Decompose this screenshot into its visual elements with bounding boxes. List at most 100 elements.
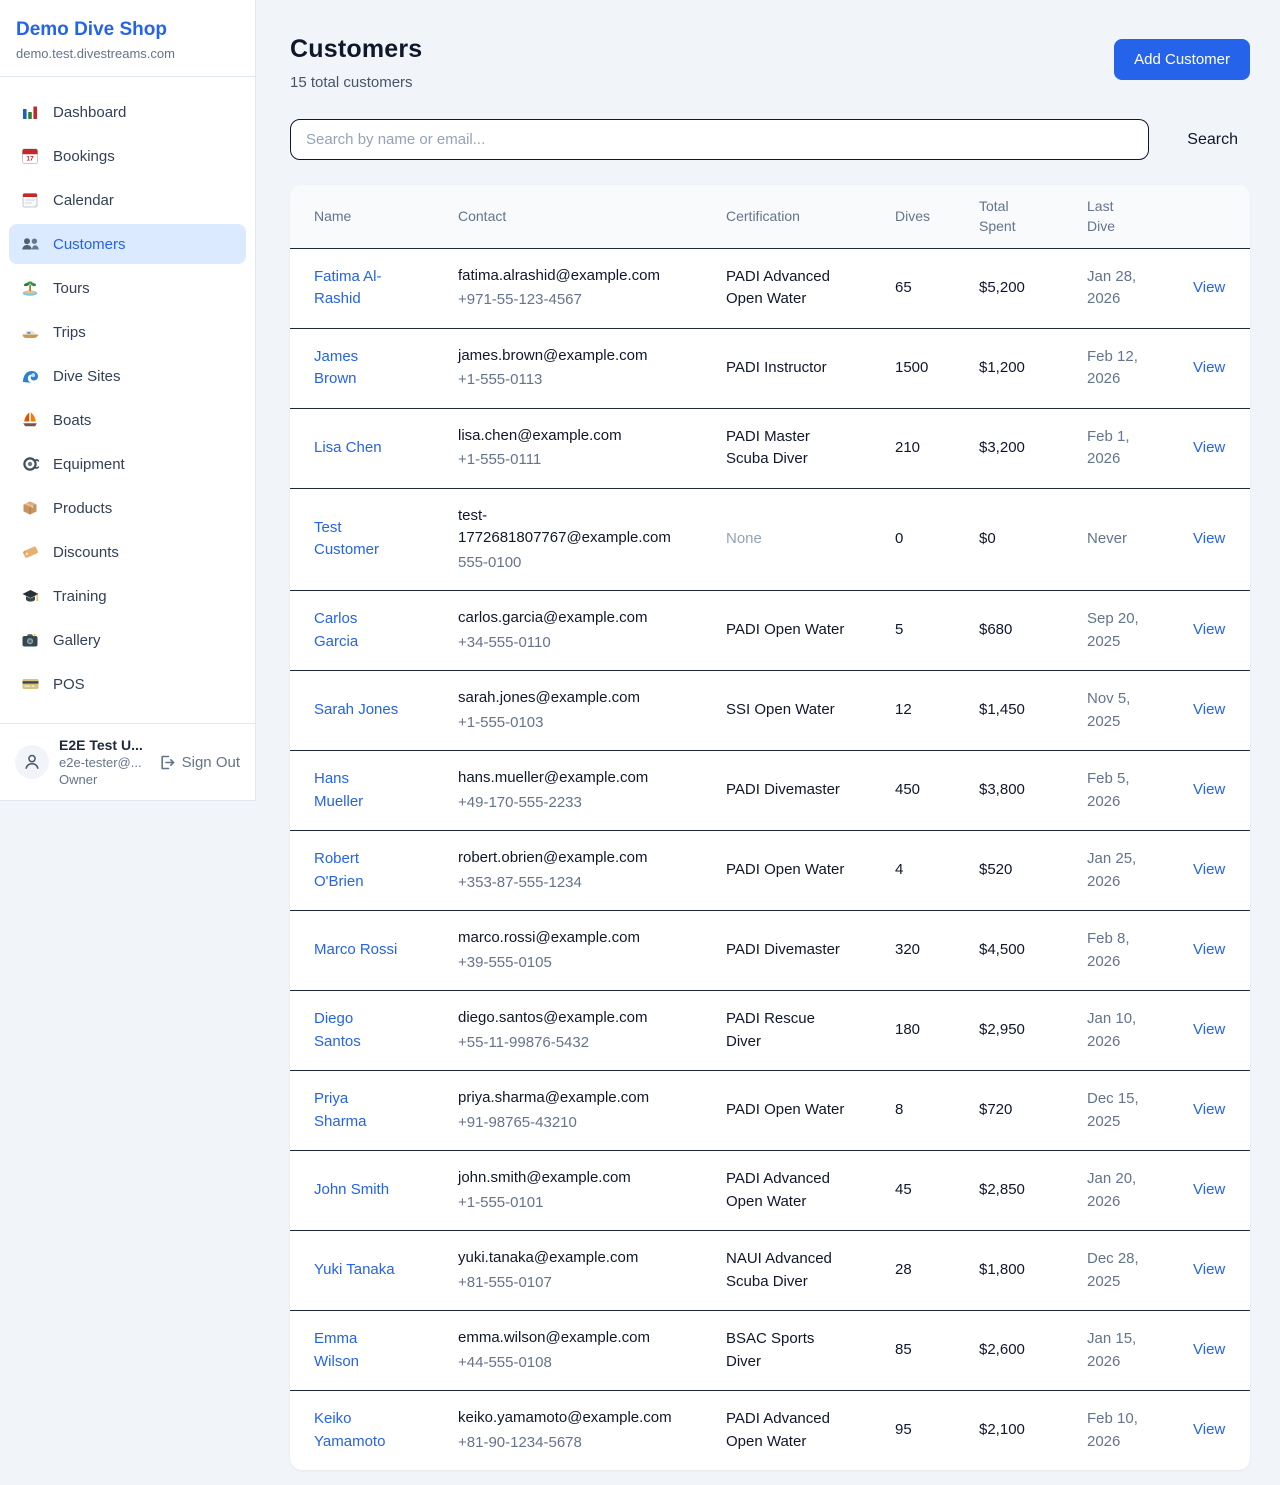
sidebar-item-label: Discounts [53,544,119,561]
sidebar-item-trips[interactable]: Trips [9,312,246,352]
page-title: Customers [290,35,422,64]
customer-name-link[interactable]: Fatima Al-Rashid [314,266,402,311]
trips-icon [20,322,40,342]
customer-certification: None [726,530,762,547]
table-row: James Brown james.brown@example.com +1-5… [290,328,1250,408]
sidebar-item-tours[interactable]: Tours [9,268,246,308]
customer-last-dive: Sep 20, 2025 [1087,591,1193,671]
table-row: Hans Mueller hans.mueller@example.com +4… [290,751,1250,831]
view-customer-link[interactable]: View [1193,1181,1225,1198]
customer-name-link[interactable]: John Smith [314,1179,389,1202]
sidebar-item-customers[interactable]: Customers [9,224,246,264]
customer-dives: 12 [895,671,979,751]
sidebar-item-equipment[interactable]: Equipment [9,444,246,484]
customer-name-link[interactable]: Carlos Garcia [314,608,402,653]
column-header-certification: Certification [726,185,895,248]
customer-total-spent: $0 [979,488,1087,591]
customer-email: priya.sharma@example.com [458,1087,681,1110]
customer-certification: PADI Advanced Open Water [726,1410,830,1450]
customer-total-spent: $520 [979,831,1087,911]
customer-total-spent: $720 [979,1071,1087,1151]
customer-total-spent: $2,100 [979,1391,1087,1471]
view-customer-link[interactable]: View [1193,941,1225,958]
customer-name-link[interactable]: Keiko Yamamoto [314,1408,402,1453]
sidebar-item-label: POS [53,676,85,693]
customer-email: hans.mueller@example.com [458,767,681,790]
customer-name-link[interactable]: Diego Santos [314,1008,402,1053]
customer-email: marco.rossi@example.com [458,927,681,950]
customer-phone: +39-555-0105 [458,952,681,975]
customer-name-link[interactable]: Test Customer [314,517,402,562]
sidebar-item-discounts[interactable]: Discounts [9,532,246,572]
sidebar-item-products[interactable]: Products [9,488,246,528]
sidebar-item-pos[interactable]: POS [9,664,246,704]
customer-certification: PADI Instructor [726,359,827,376]
sidebar-item-dashboard[interactable]: Dashboard [9,92,246,132]
view-customer-link[interactable]: View [1193,1021,1225,1038]
customer-email: lisa.chen@example.com [458,425,681,448]
equipment-icon [20,454,40,474]
sidebar-item-label: Equipment [53,456,125,473]
customer-phone: +353-87-555-1234 [458,872,681,895]
view-customer-link[interactable]: View [1193,861,1225,878]
search-button[interactable]: Search [1175,123,1250,157]
sidebar-nav: Dashboard 17 Bookings Calendar Customers… [0,77,255,723]
customers-table-card: Name Contact Certification Dives Total S… [290,185,1250,1470]
customer-total-spent: $3,200 [979,408,1087,488]
view-customer-link[interactable]: View [1193,279,1225,296]
customer-last-dive: Nov 5, 2025 [1087,671,1193,751]
customer-name-link[interactable]: Sarah Jones [314,699,398,722]
view-customer-link[interactable]: View [1193,1341,1225,1358]
view-customer-link[interactable]: View [1193,530,1225,547]
view-customer-link[interactable]: View [1193,439,1225,456]
view-customer-link[interactable]: View [1193,1261,1225,1278]
customer-certification: PADI Master Scuba Diver [726,428,810,468]
view-customer-link[interactable]: View [1193,701,1225,718]
view-customer-link[interactable]: View [1193,621,1225,638]
sign-out-button[interactable]: Sign Out [158,754,240,771]
customer-name-link[interactable]: Hans Mueller [314,768,402,813]
customer-last-dive: Jan 28, 2026 [1087,248,1193,328]
column-header-dives: Dives [895,185,979,248]
customer-email: fatima.alrashid@example.com [458,265,681,288]
view-customer-link[interactable]: View [1193,1101,1225,1118]
customer-certification: BSAC Sports Diver [726,1330,814,1370]
sidebar-item-label: Dashboard [53,104,126,121]
shop-domain: demo.test.divestreams.com [16,46,239,61]
boats-icon [20,410,40,430]
dive-sites-icon [20,366,40,386]
customer-name-link[interactable]: Lisa Chen [314,437,382,460]
customer-count: 15 total customers [290,74,422,91]
customer-certification: PADI Open Water [726,861,844,878]
sidebar-item-label: Dive Sites [53,368,121,385]
table-body: Fatima Al-Rashid fatima.alrashid@example… [290,248,1250,1470]
search-input[interactable] [290,119,1149,160]
view-customer-link[interactable]: View [1193,781,1225,798]
view-customer-link[interactable]: View [1193,359,1225,376]
sidebar-item-calendar[interactable]: Calendar [9,180,246,220]
customer-name-link[interactable]: Marco Rossi [314,939,397,962]
customer-phone: +91-98765-43210 [458,1112,681,1135]
view-customer-link[interactable]: View [1193,1421,1225,1438]
customer-total-spent: $680 [979,591,1087,671]
customer-phone: +1-555-0113 [458,369,681,392]
customer-certification: PADI Open Water [726,1101,844,1118]
sidebar-item-bookings[interactable]: 17 Bookings [9,136,246,176]
customer-phone: +1-555-0101 [458,1192,681,1215]
customer-dives: 450 [895,751,979,831]
gallery-icon [20,630,40,650]
customer-email: john.smith@example.com [458,1167,681,1190]
customer-name-link[interactable]: Robert O'Brien [314,848,402,893]
sidebar-item-gallery[interactable]: Gallery [9,620,246,660]
sidebar-item-boats[interactable]: Boats [9,400,246,440]
sidebar-item-training[interactable]: Training [9,576,246,616]
customer-name-link[interactable]: Yuki Tanaka [314,1259,395,1282]
sidebar-item-dive-sites[interactable]: Dive Sites [9,356,246,396]
customer-name-link[interactable]: Priya Sharma [314,1088,402,1133]
customer-last-dive: Dec 28, 2025 [1087,1231,1193,1311]
add-customer-button[interactable]: Add Customer [1114,39,1250,80]
customer-certification: PADI Open Water [726,621,844,638]
customer-name-link[interactable]: James Brown [314,346,402,391]
customer-name-link[interactable]: Emma Wilson [314,1328,402,1373]
table-row: Lisa Chen lisa.chen@example.com +1-555-0… [290,408,1250,488]
